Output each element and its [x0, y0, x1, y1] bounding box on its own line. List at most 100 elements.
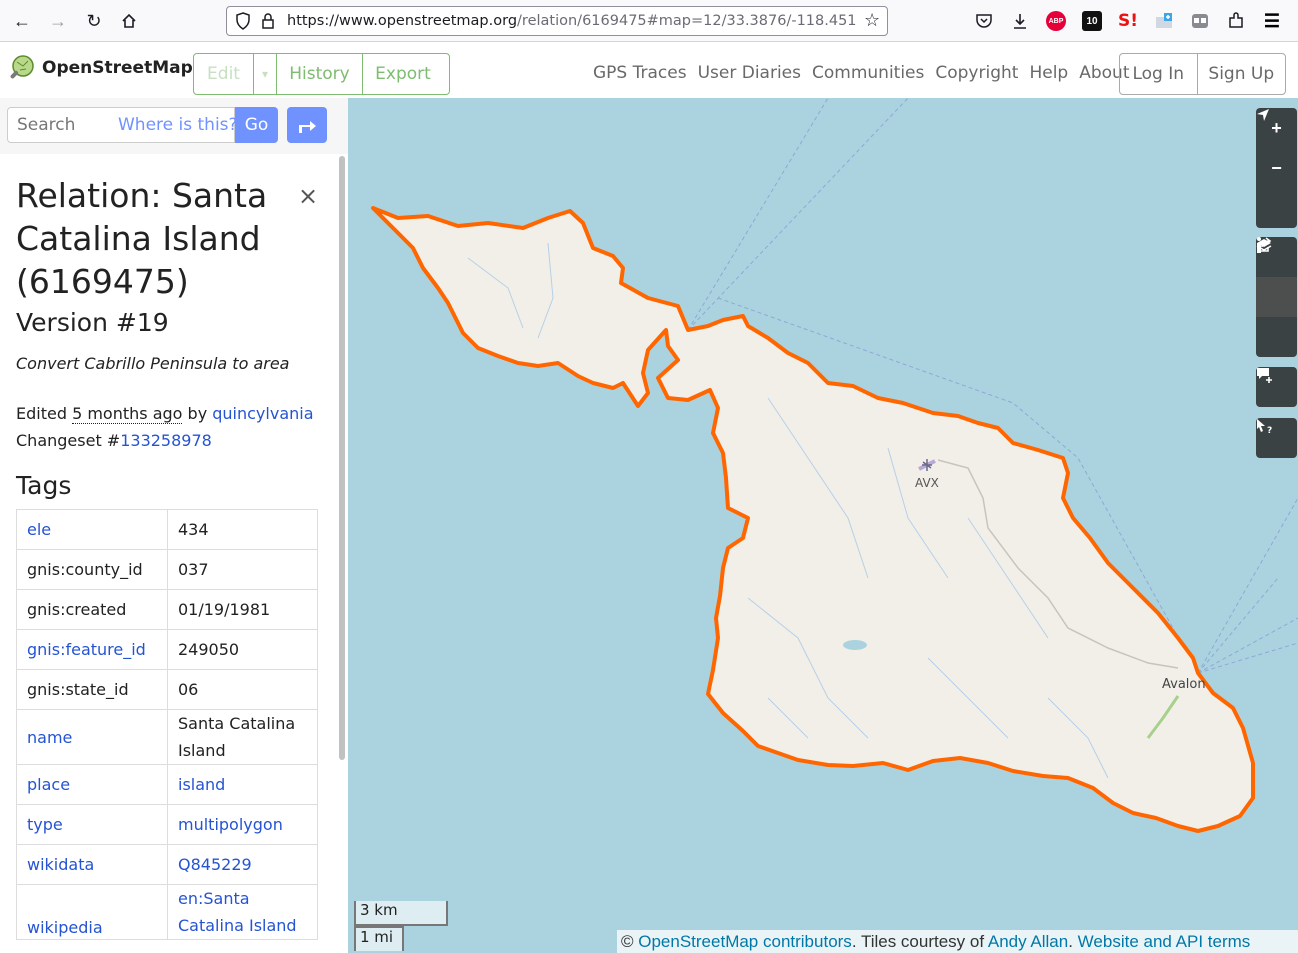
osm-logo[interactable]: OpenStreetMap [8, 54, 193, 82]
tag-key[interactable]: wikidata [27, 855, 94, 874]
auth-button-group: Log In Sign Up [1119, 53, 1286, 95]
extension-containers-icon[interactable] [1190, 11, 1210, 31]
table-row: wikidata Q845229 [16, 844, 318, 885]
api-terms-link[interactable]: Website and API terms [1078, 932, 1251, 951]
zoom-controls: + − [1256, 108, 1297, 228]
tag-value[interactable]: island [178, 775, 225, 794]
search-bar: Search Where is this? Go [0, 98, 348, 154]
query-features-icon[interactable]: ? [1256, 418, 1297, 458]
changeset-comment: Convert Cabrillo Peninsula to area [16, 354, 290, 373]
logo-text: OpenStreetMap [42, 58, 193, 78]
add-note-icon[interactable] [1256, 367, 1297, 407]
reservoir [843, 640, 867, 650]
locate-icon[interactable] [1256, 109, 1297, 228]
tag-key[interactable]: gnis:feature_id [27, 640, 146, 659]
tag-value: 06 [178, 680, 199, 699]
browser-toolbar: ← → ↻ https://www.openstreetmap.org/rela… [0, 0, 1298, 42]
extension-10-icon[interactable]: 10 [1082, 11, 1102, 31]
downloads-icon[interactable] [1010, 11, 1030, 31]
url-bar[interactable]: https://www.openstreetmap.org/relation/6… [226, 6, 888, 36]
tag-key[interactable]: type [27, 815, 63, 834]
changeset-prefix: Changeset # [16, 431, 121, 450]
tag-value[interactable]: en:Santa Catalina Island [178, 885, 307, 939]
back-icon[interactable]: ← [9, 8, 35, 34]
edit-button[interactable]: Edit [194, 54, 254, 94]
shield-icon[interactable] [235, 12, 251, 34]
pocket-icon[interactable] [974, 11, 994, 31]
nav-communities[interactable]: Communities [812, 63, 924, 83]
map-key-icon[interactable] [1256, 237, 1297, 317]
url-text: https://www.openstreetmap.org/relation/6… [287, 13, 857, 29]
close-icon[interactable]: × [298, 182, 318, 210]
edit-info: Edited 5 months ago by quincylvania Chan… [16, 400, 314, 454]
url-path: /relation/6169475#map=12/33.3876/-118.45… [517, 13, 857, 29]
where-is-this-link[interactable]: Where is this? [118, 107, 238, 143]
share-icon[interactable] [1256, 237, 1297, 357]
lock-icon[interactable] [261, 12, 275, 34]
tag-key[interactable]: wikipedia [27, 918, 103, 937]
town-label: Avalon [1162, 677, 1206, 692]
island-outline[interactable] [371, 206, 1255, 833]
edited-time: 5 months ago [72, 404, 183, 424]
table-row: gnis:created 01/19/1981 [16, 589, 318, 630]
tag-key[interactable]: ele [27, 520, 51, 539]
tag-key: gnis:created [27, 600, 127, 619]
sidebar-scrollbar[interactable] [339, 156, 345, 760]
history-button[interactable]: History [277, 54, 363, 94]
tag-key[interactable]: place [27, 775, 70, 794]
edited-prefix: Edited [16, 404, 73, 423]
tag-key: gnis:county_id [27, 560, 143, 579]
map-view[interactable]: AVX Avalon + − ? 3 km 1 mi © OpenStreetM… [348, 98, 1298, 953]
adblock-icon[interactable]: ABP [1046, 11, 1066, 31]
edit-button-group: Edit ▾ History Export [193, 53, 450, 95]
query-control: ? [1256, 418, 1297, 458]
airport-label: AVX [915, 476, 939, 490]
signup-button[interactable]: Sign Up [1198, 54, 1285, 94]
table-row: place island [16, 764, 318, 805]
bookmark-star-icon[interactable]: ☆ [864, 10, 880, 31]
home-icon[interactable] [116, 8, 142, 34]
osm-contributors-link[interactable]: OpenStreetMap contributors [638, 932, 852, 951]
go-button[interactable]: Go [235, 107, 278, 143]
changeset-link[interactable]: 133258978 [120, 431, 212, 450]
tags-table: ele 434 gnis:county_id 037 gnis:created 01/… [16, 509, 318, 940]
directions-button[interactable] [287, 107, 327, 143]
nav-gps-traces[interactable]: GPS Traces [593, 63, 687, 83]
site-header: OpenStreetMap Edit ▾ History Export GPS … [0, 42, 1298, 98]
forward-icon[interactable]: → [45, 8, 71, 34]
add-note-control [1256, 367, 1297, 407]
table-row: ele 434 [16, 509, 318, 550]
login-button[interactable]: Log In [1120, 54, 1198, 94]
export-button[interactable]: Export [363, 54, 443, 94]
extension-screenshot-icon[interactable] [1154, 11, 1174, 31]
attribution-prefix: © [621, 932, 639, 951]
nav-user-diaries[interactable]: User Diaries [698, 63, 801, 83]
zoom-out-icon[interactable]: − [1256, 148, 1297, 188]
andy-allan-link[interactable]: Andy Allan [988, 932, 1068, 951]
table-row: wikipedia en:Santa Catalina Island [16, 884, 318, 940]
table-row: gnis:feature_id 249050 [16, 629, 318, 670]
extensions-puzzle-icon[interactable] [1226, 11, 1246, 31]
secondary-nav: GPS Traces User Diaries Communities Copy… [593, 63, 1140, 83]
map-attribution: © OpenStreetMap contributors. Tiles cour… [617, 930, 1298, 953]
tag-value[interactable]: multipolygon [178, 815, 283, 834]
tag-key[interactable]: name [27, 728, 72, 747]
edited-by: by [182, 404, 213, 423]
tag-value: 249050 [178, 640, 240, 659]
extension-s-icon[interactable]: S! [1118, 11, 1138, 31]
edit-dropdown-button[interactable]: ▾ [254, 54, 277, 94]
tag-value: 01/19/1981 [178, 600, 271, 619]
menu-hamburger-icon[interactable]: ☰ [1262, 11, 1282, 31]
tags-heading: Tags [16, 471, 72, 500]
tag-value[interactable]: Q845229 [178, 855, 252, 874]
tag-value: Santa Catalina Island [178, 714, 296, 760]
scale-km: 3 km [354, 901, 448, 926]
attribution-separator: . [1068, 932, 1078, 951]
directions-icon [299, 121, 316, 133]
nav-help[interactable]: Help [1029, 63, 1068, 83]
table-row: type multipolygon [16, 804, 318, 845]
nav-copyright[interactable]: Copyright [935, 63, 1018, 83]
table-row: gnis:county_id 037 [16, 549, 318, 590]
user-link[interactable]: quincylvania [212, 404, 313, 423]
reload-icon[interactable]: ↻ [81, 8, 107, 34]
